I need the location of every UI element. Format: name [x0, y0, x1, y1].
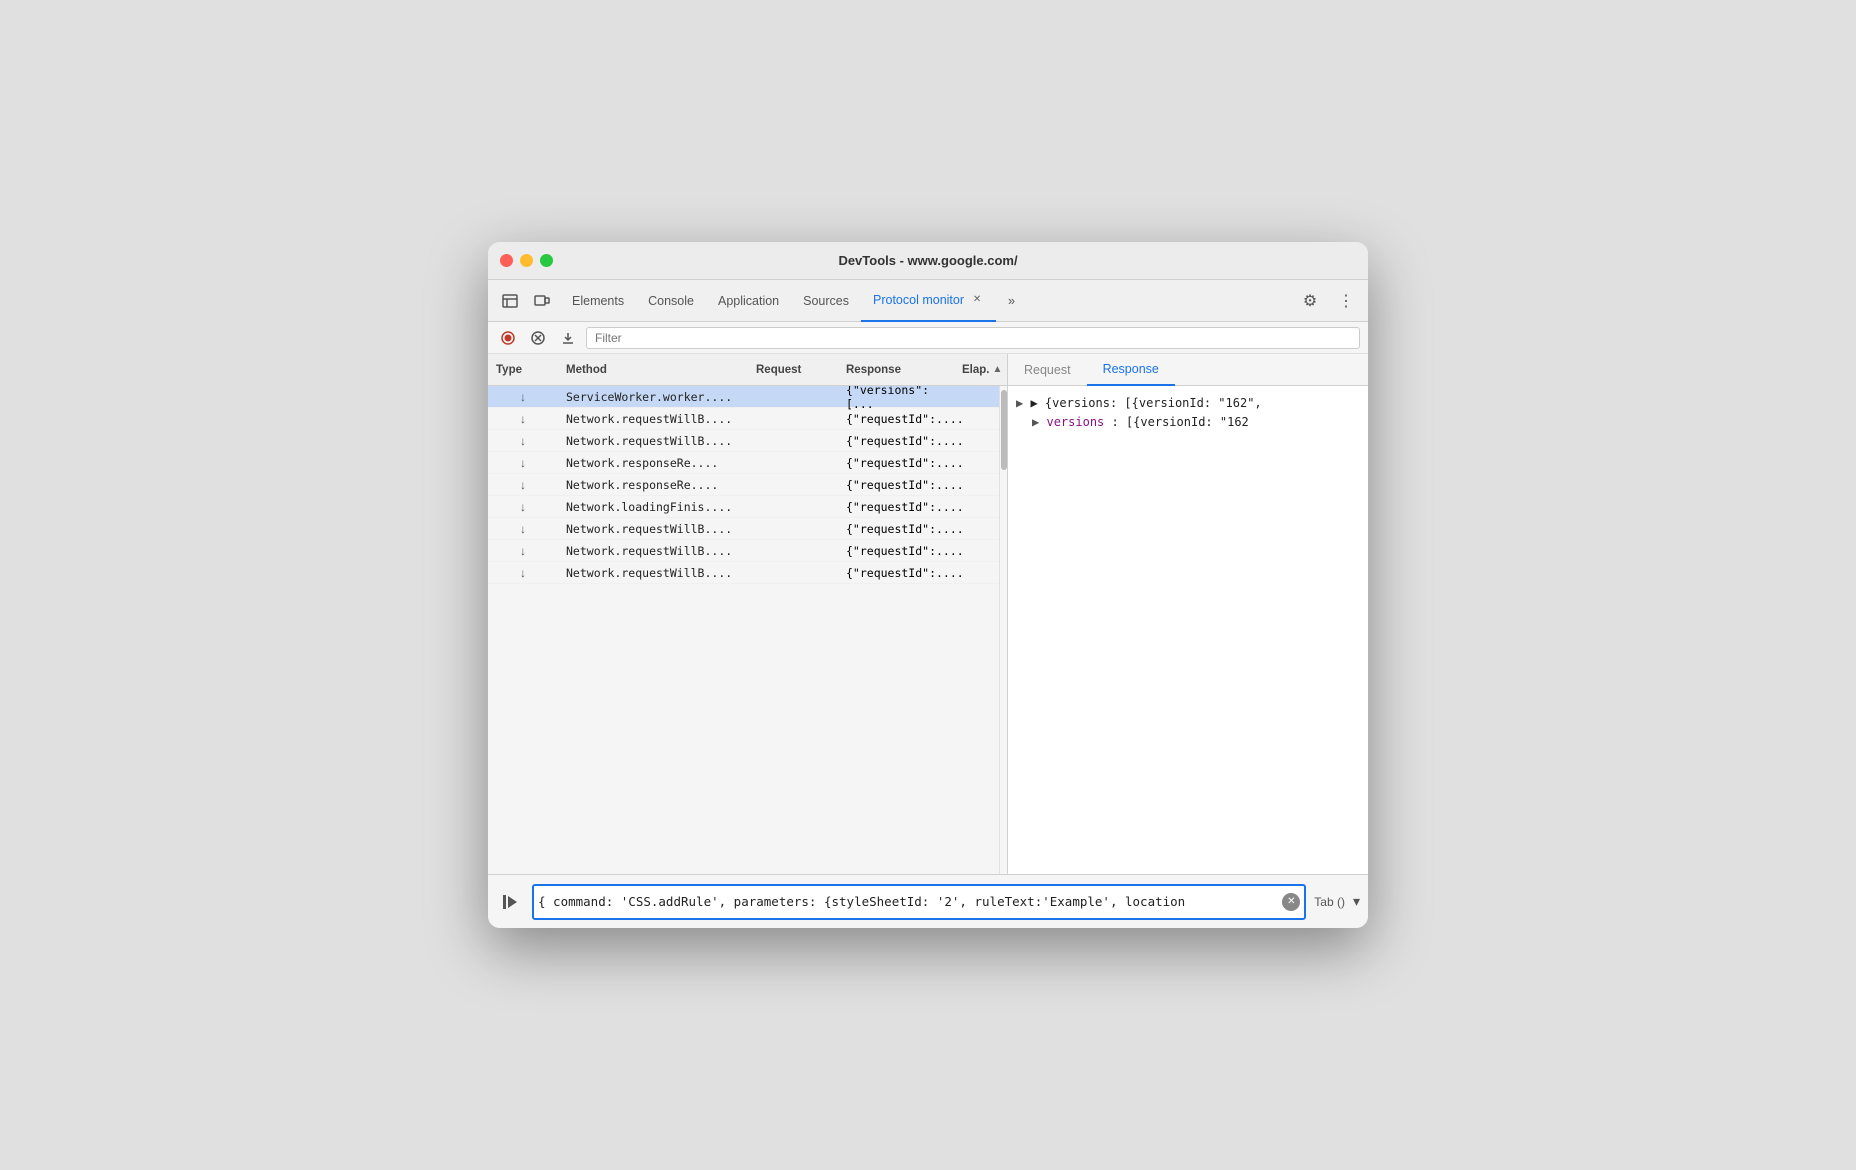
tab-response[interactable]: Response: [1087, 354, 1175, 386]
table-row[interactable]: ↓ Network.requestWillB.... {"requestId":…: [488, 430, 999, 452]
traffic-lights: [500, 254, 553, 267]
cell-response: {"requestId":....: [838, 412, 958, 426]
col-header-method[interactable]: Method: [558, 364, 748, 376]
cell-type: ↓: [488, 456, 558, 470]
table-row[interactable]: ↓ Network.loadingFinis.... {"requestId":…: [488, 496, 999, 518]
cell-method: Network.responseRe....: [558, 456, 748, 470]
cell-type: ↓: [488, 522, 558, 536]
cell-type: ↓: [488, 412, 558, 426]
cell-response: {"requestId":....: [838, 456, 958, 470]
tab-application[interactable]: Application: [706, 280, 791, 322]
cell-type: ↓: [488, 434, 558, 448]
scrollbar-thumb[interactable]: [1001, 390, 1007, 470]
cell-method: Network.loadingFinis....: [558, 500, 748, 514]
table-row[interactable]: ↓ Network.requestWillB.... {"requestId":…: [488, 540, 999, 562]
toolbar-actions: ⚙ ⋮: [1296, 287, 1360, 315]
close-button[interactable]: [500, 254, 513, 267]
table-row[interactable]: ↓ Network.responseRe.... {"requestId":..…: [488, 452, 999, 474]
devtools-sidebar-icon[interactable]: [496, 287, 524, 315]
devtools-window: DevTools - www.google.com/ Elements Cons…: [488, 242, 1368, 928]
table-row[interactable]: ↓ Network.requestWillB.... {"requestId":…: [488, 408, 999, 430]
scrollbar-track[interactable]: [999, 386, 1007, 874]
filter-input[interactable]: [586, 327, 1360, 349]
cell-method: ServiceWorker.worker....: [558, 390, 748, 404]
json-line: ▶ versions : [{versionId: "162: [1016, 413, 1360, 432]
left-panel: Type Method Request Response Elap. ▲: [488, 354, 1008, 874]
tab-close-button[interactable]: ✕: [970, 293, 984, 307]
stop-recording-button[interactable]: [496, 326, 520, 350]
table-header: Type Method Request Response Elap. ▲: [488, 354, 1007, 386]
right-tab-list: Request Response: [1008, 354, 1368, 386]
command-input-wrap: ✕: [532, 884, 1306, 920]
cell-response: {"requestId":....: [838, 434, 958, 448]
tab-autocomplete-hint: Tab (): [1314, 895, 1345, 909]
clear-command-button[interactable]: ✕: [1282, 893, 1300, 911]
cell-type: ↓: [488, 390, 558, 404]
cell-method: Network.requestWillB....: [558, 566, 748, 580]
tab-protocol-monitor[interactable]: Protocol monitor ✕: [861, 280, 996, 322]
cell-method: Network.requestWillB....: [558, 434, 748, 448]
main-content: Type Method Request Response Elap. ▲: [488, 354, 1368, 874]
expand-icon[interactable]: ▶: [1032, 415, 1039, 429]
cell-type: ↓: [488, 566, 558, 580]
window-title: DevTools - www.google.com/: [838, 253, 1017, 268]
clear-button[interactable]: [526, 326, 550, 350]
sort-arrow-icon: ▲: [992, 364, 1002, 375]
devtools-toolbar: [488, 322, 1368, 354]
title-bar: DevTools - www.google.com/: [488, 242, 1368, 280]
settings-button[interactable]: ⚙: [1296, 287, 1324, 315]
cell-response: {"requestId":....: [838, 544, 958, 558]
more-tabs-button[interactable]: »: [996, 280, 1027, 322]
chevron-down-icon[interactable]: ▾: [1353, 893, 1360, 910]
col-header-request[interactable]: Request: [748, 364, 838, 376]
table-row[interactable]: ↓ ServiceWorker.worker.... {"versions":[…: [488, 386, 999, 408]
tab-console[interactable]: Console: [636, 280, 706, 322]
command-input[interactable]: [538, 894, 1282, 909]
cell-response: {"requestId":....: [838, 522, 958, 536]
cell-type: ↓: [488, 544, 558, 558]
response-content: ▶ ▶ {versions: [{versionId: "162", ▶ ver…: [1008, 386, 1368, 874]
maximize-button[interactable]: [540, 254, 553, 267]
tab-bar: Elements Console Application Sources Pro…: [488, 280, 1368, 322]
download-button[interactable]: [556, 326, 580, 350]
cell-response: {"requestId":....: [838, 566, 958, 580]
col-header-response[interactable]: Response: [838, 364, 958, 376]
table-row[interactable]: ↓ Network.requestWillB.... {"requestId":…: [488, 518, 999, 540]
right-panel: Request Response ▶ ▶ {versions: [{versio…: [1008, 354, 1368, 874]
run-command-button[interactable]: [496, 888, 524, 916]
tab-sources[interactable]: Sources: [791, 280, 861, 322]
cell-type: ↓: [488, 478, 558, 492]
col-header-type: Type: [488, 364, 558, 376]
table-body-container: ↓ ServiceWorker.worker.... {"versions":[…: [488, 386, 1007, 874]
table-row[interactable]: ↓ Network.responseRe.... {"requestId":..…: [488, 474, 999, 496]
expand-icon[interactable]: ▶: [1016, 396, 1023, 410]
cell-method: Network.requestWillB....: [558, 412, 748, 426]
table-row[interactable]: ↓ Network.requestWillB.... {"requestId":…: [488, 562, 999, 584]
cell-method: Network.requestWillB....: [558, 544, 748, 558]
cell-method: Network.requestWillB....: [558, 522, 748, 536]
cell-method: Network.responseRe....: [558, 478, 748, 492]
bottom-bar: ✕ Tab () ▾: [488, 874, 1368, 928]
tab-request[interactable]: Request: [1008, 354, 1087, 386]
minimize-button[interactable]: [520, 254, 533, 267]
cell-type: ↓: [488, 500, 558, 514]
responsive-icon[interactable]: [528, 287, 556, 315]
cell-response: {"requestId":....: [838, 500, 958, 514]
cell-response: {"versions":[...: [838, 386, 958, 411]
more-options-button[interactable]: ⋮: [1332, 287, 1360, 315]
table-body: ↓ ServiceWorker.worker.... {"versions":[…: [488, 386, 999, 874]
tab-elements[interactable]: Elements: [560, 280, 636, 322]
cell-response: {"requestId":....: [838, 478, 958, 492]
json-line: ▶ ▶ {versions: [{versionId: "162",: [1016, 394, 1360, 413]
tab-list: Elements Console Application Sources Pro…: [560, 280, 1292, 322]
